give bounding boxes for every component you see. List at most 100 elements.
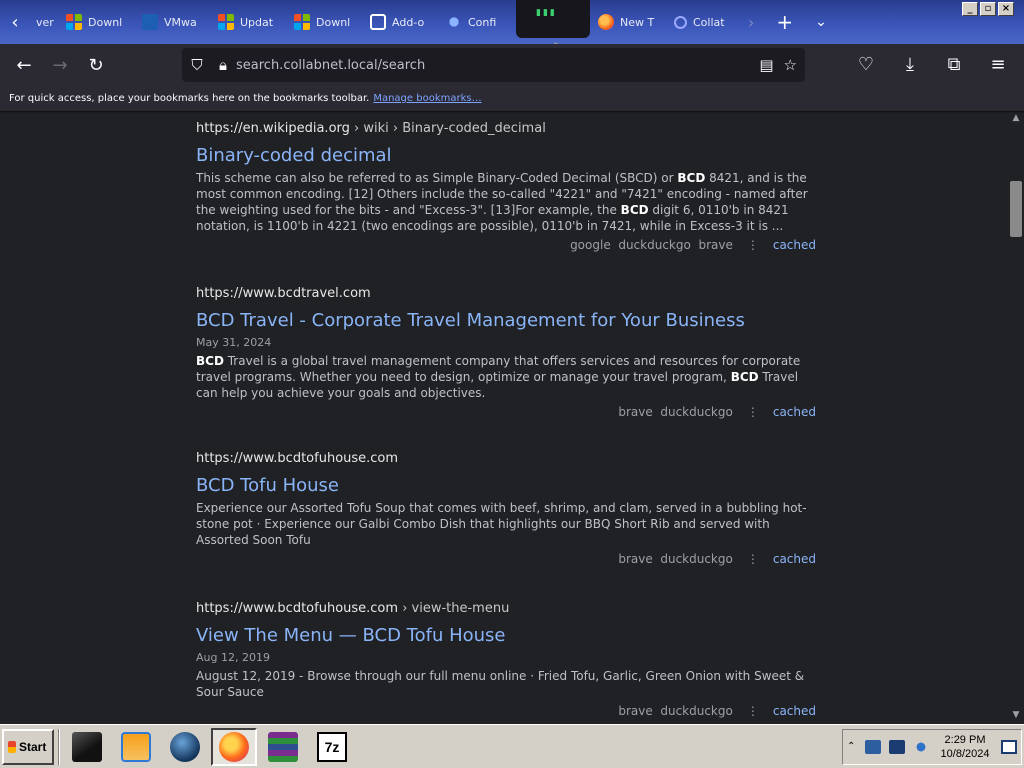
bookmark-star-icon[interactable]: ☆	[784, 56, 797, 74]
address-bar[interactable]: ⛉ 🔒︎ search.collabnet.local/search ▤ ☆	[182, 48, 805, 82]
tab-4[interactable]: Downl	[288, 6, 364, 38]
7zip-icon: 7z	[317, 731, 347, 762]
search-result: https://www.bcdtofuhouse.com › view-the-…	[196, 601, 816, 720]
cached-link[interactable]: cached	[773, 238, 816, 252]
tab-6[interactable]: Confi	[440, 6, 516, 38]
tray-display-icon[interactable]	[889, 739, 905, 754]
result-date: Aug 12, 2019	[196, 651, 270, 664]
pocket-icon[interactable]: ♡	[848, 48, 884, 80]
result-engines: brave duckduckgo	[618, 552, 733, 566]
search-result: https://www.bcdtravel.com BCD Travel - C…	[196, 286, 816, 421]
tab-label: New T	[620, 15, 655, 29]
tab-8[interactable]: New T	[592, 6, 668, 38]
taskbar-app-box[interactable]	[64, 728, 110, 766]
cached-link[interactable]: cached	[773, 552, 816, 566]
extensions-icon[interactable]: ⧉	[936, 48, 972, 80]
manage-bookmarks-link[interactable]: Manage bookmarks…	[373, 93, 481, 104]
bookmarks-toolbar: For quick access, place your bookmarks h…	[0, 86, 1024, 112]
result-url[interactable]: https://www.bcdtofuhouse.com › view-the-…	[196, 601, 816, 619]
tab-0[interactable]: ver	[30, 6, 60, 38]
cached-link[interactable]: cached	[773, 405, 816, 419]
search-result: https://www.bcdtofuhouse.com BCD Tofu Ho…	[196, 451, 816, 568]
toolbar-right: ♡ ⤓ ⧉ ≡	[848, 48, 1016, 80]
reader-view-icon[interactable]: ▤	[759, 56, 773, 74]
shield-icon[interactable]: ⛉	[182, 56, 212, 74]
search-results-page: https://en.wikipedia.org › wiki › Binary…	[0, 113, 1008, 724]
downloads-icon[interactable]: ⤓	[892, 48, 928, 80]
taskbar-separator	[58, 728, 60, 765]
result-title-link[interactable]: BCD Tofu House	[196, 475, 816, 496]
result-host[interactable]: https://en.wikipedia.org	[196, 121, 350, 136]
more-options-icon[interactable]: ⋮	[739, 552, 767, 566]
clock-date: 10/8/2024	[940, 747, 990, 760]
result-meta: brave duckduckgo ⋮ cached	[196, 550, 816, 568]
camera-notch: ▮▮▮	[516, 0, 590, 38]
result-host[interactable]: https://www.bcdtofuhouse.com	[196, 451, 398, 466]
url-text[interactable]: search.collabnet.local/search	[236, 58, 425, 73]
result-snippet: BCD Travel is a global travel management…	[196, 354, 801, 400]
new-tab-icon[interactable]: +	[776, 10, 793, 34]
microsoft-icon	[218, 14, 234, 30]
tab-2[interactable]: VMwa	[136, 6, 212, 38]
result-title-link[interactable]: Binary-coded decimal	[196, 145, 816, 166]
tab-3[interactable]: Updat	[212, 6, 288, 38]
result-meta: brave duckduckgo ⋮ cached	[196, 702, 816, 720]
tab-1[interactable]: Downl	[60, 6, 136, 38]
result-title-link[interactable]: View The Menu — BCD Tofu House	[196, 625, 816, 646]
tab-9[interactable]: Collat	[668, 6, 744, 38]
result-url[interactable]: https://www.bcdtofuhouse.com	[196, 451, 816, 469]
tab-5[interactable]: Add-o	[364, 6, 440, 38]
page-info-icon[interactable]: 🔒︎	[212, 56, 234, 74]
result-breadcrumb[interactable]: › view-the-menu	[402, 601, 509, 616]
taskbar-app-winrar[interactable]	[260, 728, 306, 766]
show-desktop-icon[interactable]	[1001, 739, 1017, 754]
scroll-down-icon[interactable]: ▼	[1008, 710, 1024, 724]
restore-icon[interactable]: ▫	[980, 2, 996, 16]
navigation-toolbar: ← → ↻ ⛉ 🔒︎ search.collabnet.local/search…	[0, 44, 1024, 86]
microsoft-icon	[294, 14, 310, 30]
more-options-icon[interactable]: ⋮	[739, 238, 767, 252]
taskbar-app-globe[interactable]	[162, 728, 208, 766]
start-button[interactable]: Start	[2, 728, 54, 765]
result-title-link[interactable]: BCD Travel - Corporate Travel Management…	[196, 310, 816, 331]
result-url[interactable]: https://www.bcdtravel.com	[196, 286, 816, 304]
app-box-icon	[72, 731, 102, 762]
list-all-tabs-icon[interactable]: ⌄	[815, 14, 827, 30]
tab-label: Confi	[468, 15, 497, 29]
tab-scroll-right-icon[interactable]: ›	[748, 13, 754, 32]
result-date: May 31, 2024	[196, 336, 272, 349]
more-options-icon[interactable]: ⋮	[739, 405, 767, 419]
addon-icon	[370, 14, 386, 30]
tab-scroll-left-button[interactable]: ‹	[0, 0, 30, 44]
tray-network-icon[interactable]	[913, 739, 929, 754]
result-url[interactable]: https://en.wikipedia.org › wiki › Binary…	[196, 121, 816, 139]
taskbar-app-media[interactable]	[113, 728, 159, 766]
result-meta: google duckduckgo brave ⋮ cached	[196, 236, 816, 254]
menu-icon[interactable]: ≡	[980, 48, 1016, 80]
result-host[interactable]: https://www.bcdtofuhouse.com	[196, 601, 398, 616]
tray-app-icon[interactable]	[865, 739, 881, 754]
back-button[interactable]: ←	[6, 49, 42, 81]
close-icon[interactable]: ×	[998, 2, 1014, 16]
window-controls: _ ▫ ×	[962, 2, 1014, 16]
tray-expand-icon[interactable]: ⌃	[847, 741, 857, 752]
tab-label: Updat	[240, 15, 274, 29]
taskbar-app-firefox[interactable]	[211, 727, 257, 766]
tab-label: Collat	[693, 15, 725, 29]
clock[interactable]: 2:29 PM 10/8/2024	[937, 733, 993, 761]
bookmarks-hint: For quick access, place your bookmarks h…	[9, 93, 370, 104]
result-host[interactable]: https://www.bcdtravel.com	[196, 286, 371, 301]
more-options-icon[interactable]: ⋮	[739, 704, 767, 718]
microsoft-icon	[66, 14, 82, 30]
system-tray: ⌃ 2:29 PM 10/8/2024	[842, 728, 1022, 765]
search-result: https://en.wikipedia.org › wiki › Binary…	[196, 121, 816, 254]
result-breadcrumb[interactable]: › wiki › Binary-coded_decimal	[354, 121, 546, 136]
cached-link[interactable]: cached	[773, 704, 816, 718]
scroll-thumb[interactable]	[1010, 181, 1022, 237]
reload-button[interactable]: ↻	[78, 49, 114, 81]
taskbar-app-7zip[interactable]: 7z	[309, 728, 355, 766]
forward-button[interactable]: →	[42, 49, 78, 81]
page-scrollbar[interactable]: ▲ ▼	[1008, 113, 1024, 724]
minimize-icon[interactable]: _	[962, 2, 978, 16]
scroll-up-icon[interactable]: ▲	[1008, 113, 1024, 127]
